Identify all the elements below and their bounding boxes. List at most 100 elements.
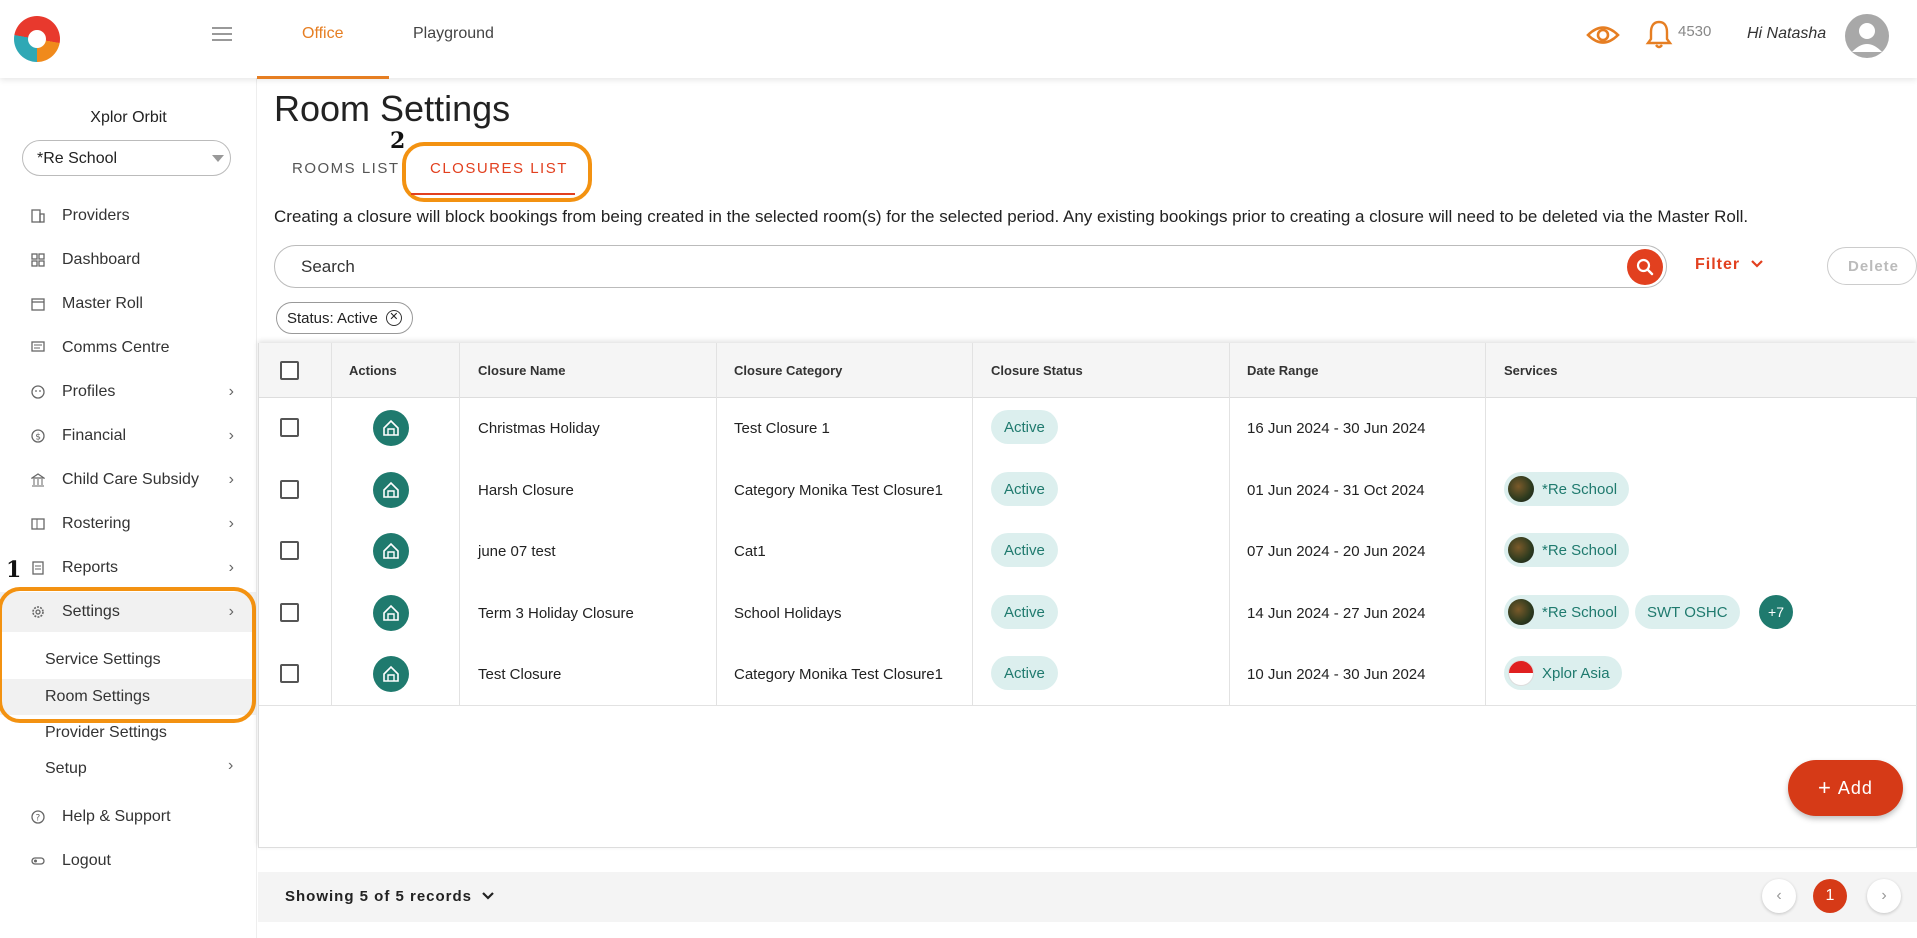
filter-label: Filter bbox=[1695, 256, 1741, 273]
status-filter-chip[interactable]: Status: Active ✕ bbox=[276, 302, 413, 334]
row-checkbox[interactable] bbox=[280, 541, 299, 560]
select-all-checkbox[interactable] bbox=[280, 361, 299, 380]
room-action-button[interactable] bbox=[373, 410, 409, 446]
sidebar-item-provider-settings[interactable]: Provider Settings bbox=[45, 724, 167, 742]
service-image bbox=[1508, 476, 1534, 502]
sidebar-item-label: Financial bbox=[62, 427, 127, 444]
page-title: Room Settings bbox=[274, 88, 511, 129]
flag-icon bbox=[1508, 660, 1534, 686]
tab-rooms-list[interactable]: ROOMS LIST bbox=[292, 160, 400, 177]
add-button[interactable]: + Add bbox=[1788, 760, 1903, 816]
more-services-badge[interactable]: +7 bbox=[1759, 595, 1793, 629]
cell-date-range: 16 Jun 2024 - 30 Jun 2024 bbox=[1247, 420, 1426, 437]
svg-text:?: ? bbox=[36, 814, 41, 824]
next-page-button[interactable]: › bbox=[1867, 879, 1901, 913]
sidebar-item-providers[interactable]: Providers bbox=[0, 196, 256, 236]
sidebar-item-label: Help & Support bbox=[62, 808, 171, 825]
table-header: Actions Closure Name Closure Category Cl… bbox=[259, 343, 1917, 398]
chip-label: Status: Active bbox=[287, 309, 378, 327]
chevron-right-icon: › bbox=[228, 471, 234, 488]
header-closure-category: Closure Category bbox=[734, 363, 843, 378]
nav-tab-indicator bbox=[257, 76, 389, 79]
avatar[interactable] bbox=[1845, 14, 1889, 58]
room-icon bbox=[383, 542, 399, 559]
profile-icon bbox=[30, 384, 46, 400]
sidebar-item-child-care-subsidy[interactable]: Child Care Subsidy › bbox=[0, 460, 256, 500]
sidebar-item-setup[interactable]: Setup bbox=[45, 760, 87, 778]
table-footer: Showing 5 of 5 records ‹ 1 › bbox=[258, 872, 1917, 922]
cell-date-range: 14 Jun 2024 - 27 Jun 2024 bbox=[1247, 605, 1426, 622]
row-checkbox[interactable] bbox=[280, 418, 299, 437]
sidebar-item-logout[interactable]: Logout bbox=[0, 841, 256, 881]
service-chip[interactable]: *Re School bbox=[1504, 595, 1630, 629]
sidebar-item-label: Master Roll bbox=[62, 295, 143, 312]
closures-table: Actions Closure Name Closure Category Cl… bbox=[258, 343, 1917, 848]
sidebar-item-master-roll[interactable]: Master Roll bbox=[0, 284, 256, 324]
header-date-range: Date Range bbox=[1247, 363, 1319, 378]
header-closure-status: Closure Status bbox=[991, 363, 1083, 378]
app-logo[interactable] bbox=[14, 16, 60, 62]
notification-count: 4530 bbox=[1678, 23, 1712, 40]
room-action-button[interactable] bbox=[373, 595, 409, 631]
menu-icon[interactable] bbox=[212, 27, 232, 43]
svg-text:$: $ bbox=[35, 433, 41, 443]
filter-button[interactable]: Filter bbox=[1695, 256, 1764, 274]
service-image bbox=[1508, 537, 1534, 563]
service-chip[interactable]: *Re School bbox=[1504, 533, 1630, 567]
room-action-button[interactable] bbox=[373, 533, 409, 569]
search-button[interactable] bbox=[1627, 249, 1663, 285]
service-chip[interactable]: SWT OSHC bbox=[1635, 595, 1740, 629]
room-action-button[interactable] bbox=[373, 472, 409, 508]
sidebar-item-label: Dashboard bbox=[62, 251, 141, 268]
close-icon[interactable]: ✕ bbox=[385, 310, 402, 326]
chevron-down-icon bbox=[1750, 260, 1763, 268]
delete-button[interactable]: Delete bbox=[1827, 247, 1917, 285]
cell-closure-category: Test Closure 1 bbox=[734, 420, 830, 437]
prev-page-button[interactable]: ‹ bbox=[1762, 879, 1796, 913]
tab-closures-list[interactable]: CLOSURES LIST bbox=[430, 160, 568, 177]
sidebar-item-profiles[interactable]: Profiles › bbox=[0, 372, 256, 412]
message-icon bbox=[30, 340, 46, 356]
sidebar-item-financial[interactable]: $ Financial › bbox=[0, 416, 256, 456]
records-label: Showing 5 of 5 records bbox=[285, 888, 473, 905]
service-chip[interactable]: Xplor Asia bbox=[1504, 656, 1622, 690]
cell-date-range: 10 Jun 2024 - 30 Jun 2024 bbox=[1247, 666, 1426, 683]
nav-tab-playground[interactable]: Playground bbox=[413, 25, 494, 43]
help-icon: ? bbox=[30, 809, 46, 825]
chevron-right-icon: › bbox=[228, 383, 234, 400]
sidebar-item-label: Comms Centre bbox=[62, 339, 170, 356]
report-icon bbox=[30, 560, 46, 576]
cell-closure-name: Test Closure bbox=[478, 666, 562, 683]
sidebar-item-dashboard[interactable]: Dashboard bbox=[0, 240, 256, 280]
chevron-right-icon: › bbox=[228, 427, 234, 444]
row-checkbox[interactable] bbox=[280, 603, 299, 622]
sidebar-item-label: Providers bbox=[62, 207, 130, 224]
sidebar-item-comms-centre[interactable]: Comms Centre bbox=[0, 328, 256, 368]
row-checkbox[interactable] bbox=[280, 480, 299, 499]
search-input[interactable]: Search bbox=[274, 245, 1667, 288]
status-badge: Active bbox=[991, 656, 1058, 690]
bell-icon[interactable] bbox=[1645, 18, 1673, 50]
nav-tab-office[interactable]: Office bbox=[302, 25, 344, 43]
cell-closure-category: Cat1 bbox=[734, 543, 766, 560]
sidebar-item-rostering[interactable]: Rostering › bbox=[0, 504, 256, 544]
room-action-button[interactable] bbox=[373, 656, 409, 692]
sidebar: Xplor Orbit *Re School Providers Dashboa… bbox=[0, 78, 257, 938]
row-checkbox[interactable] bbox=[280, 664, 299, 683]
sidebar-item-label: Child Care Subsidy bbox=[62, 471, 199, 488]
service-label: *Re School bbox=[1542, 541, 1618, 559]
sidebar-item-reports[interactable]: Reports › bbox=[0, 548, 256, 588]
search-icon bbox=[1636, 258, 1654, 276]
cell-closure-name: Term 3 Holiday Closure bbox=[478, 605, 634, 622]
eye-icon[interactable] bbox=[1586, 20, 1620, 50]
status-badge: Active bbox=[991, 410, 1058, 444]
sidebar-item-label: Logout bbox=[62, 852, 111, 869]
user-greeting: Hi Natasha bbox=[1747, 25, 1827, 42]
service-chip[interactable]: *Re School bbox=[1504, 472, 1630, 506]
org-select[interactable]: *Re School bbox=[22, 140, 231, 176]
records-count[interactable]: Showing 5 of 5 records bbox=[285, 888, 495, 905]
chevron-right-icon: › bbox=[228, 515, 234, 532]
chevron-right-icon: › bbox=[228, 559, 234, 576]
sidebar-item-help[interactable]: ? Help & Support bbox=[0, 797, 256, 837]
page-number-button[interactable]: 1 bbox=[1813, 879, 1847, 913]
